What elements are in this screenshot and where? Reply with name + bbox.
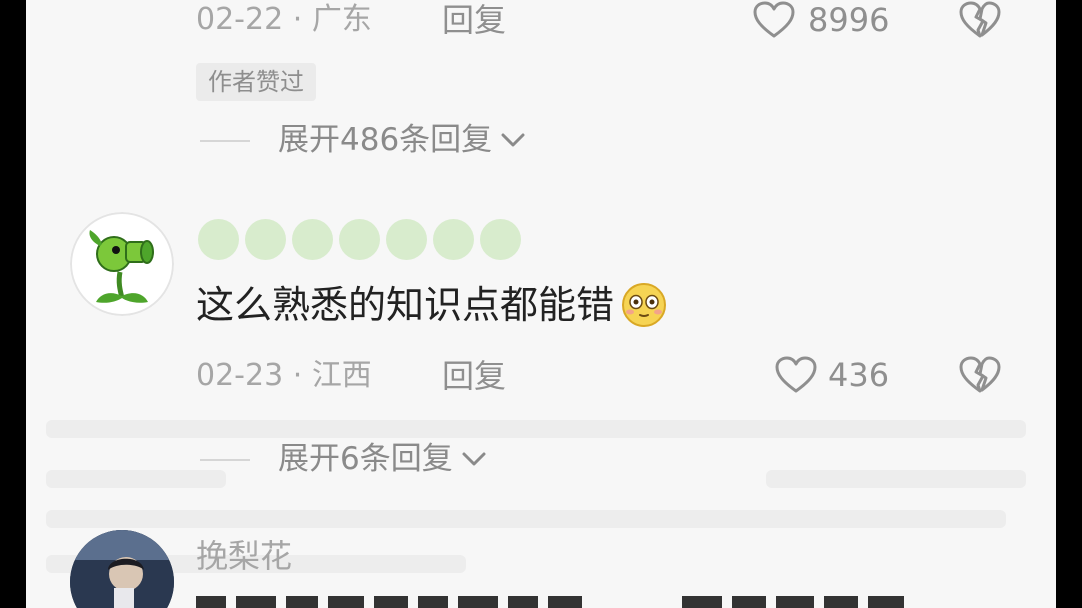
cutoff-glyph — [328, 596, 364, 608]
comment-meta-top: 02-22 · 广东 — [196, 0, 372, 40]
cutoff-glyph — [868, 596, 904, 608]
cutoff-glyph — [418, 596, 448, 608]
reply-button[interactable]: 回复 — [442, 0, 506, 40]
expand-replies-button[interactable]: 展开486条回复 — [278, 120, 526, 160]
blurred-name-char — [245, 219, 286, 260]
cutoff-glyph — [374, 596, 408, 608]
expand-replies-label: 展开6条回复 — [278, 441, 453, 477]
heart-outline-icon — [775, 356, 817, 393]
flushed-emoji-icon — [620, 281, 668, 329]
comment-date: 02-22 — [196, 2, 284, 37]
cutoff-glyph — [196, 596, 226, 608]
comment-username[interactable]: 挽梨花 — [196, 534, 292, 578]
like-button[interactable] — [752, 0, 796, 40]
ghost-line — [46, 470, 226, 488]
blurred-username — [198, 219, 521, 260]
meta-separator: · — [292, 2, 312, 37]
comment-text: 这么熟悉的知识点都能错 — [196, 283, 615, 327]
meta-separator: · — [292, 358, 312, 393]
blurred-name-char — [433, 219, 474, 260]
blurred-name-char — [292, 219, 333, 260]
expand-replies-button[interactable]: 展开6条回复 — [278, 439, 487, 479]
dislike-button[interactable] — [958, 0, 1002, 40]
blurred-name-char — [339, 219, 380, 260]
reply-button[interactable]: 回复 — [442, 356, 506, 396]
like-button[interactable] — [774, 355, 818, 395]
replies-divider — [200, 140, 250, 142]
photo-avatar[interactable] — [70, 530, 174, 608]
dislike-button[interactable] — [958, 355, 1002, 395]
blurred-name-char — [386, 219, 427, 260]
chevron-down-icon — [501, 133, 525, 147]
comment-location: 江西 — [311, 358, 372, 393]
cutoff-glyph — [236, 596, 276, 608]
author-liked-badge: 作者赞过 — [196, 63, 316, 101]
like-count: 8996 — [808, 1, 890, 39]
replies-divider — [200, 459, 250, 461]
blurred-name-char — [480, 219, 521, 260]
heart-outline-icon — [753, 1, 795, 38]
comment-body: 这么熟悉的知识点都能错 — [196, 280, 668, 330]
ghost-line — [46, 420, 1026, 438]
comment-date: 02-23 — [196, 358, 284, 393]
broken-heart-icon — [959, 356, 1001, 393]
chevron-down-icon — [462, 452, 486, 466]
broken-heart-icon — [959, 1, 1001, 38]
cutoff-glyph — [776, 596, 814, 608]
cutoff-glyph — [732, 596, 766, 608]
cutoff-glyph — [286, 596, 318, 608]
cutoff-glyph — [548, 596, 582, 608]
peashooter-avatar[interactable] — [70, 212, 174, 316]
cutoff-glyph — [682, 596, 722, 608]
peashooter-icon — [70, 212, 174, 316]
cutoff-glyph — [824, 596, 858, 608]
person-photo-icon — [70, 530, 174, 608]
ghost-line — [766, 470, 1026, 488]
comment-location: 广东 — [311, 2, 372, 37]
comment-meta-mid: 02-23 · 江西 — [196, 356, 372, 396]
expand-replies-label: 展开486条回复 — [278, 122, 493, 158]
cutoff-comment-text — [196, 596, 1026, 608]
blurred-name-char — [198, 219, 239, 260]
like-count: 436 — [828, 356, 890, 394]
comments-screen: 02-22 · 广东 回复 8996 作者赞过 展开486条回复 这么熟悉的知识… — [26, 0, 1056, 608]
ghost-line — [46, 510, 1006, 528]
cutoff-glyph — [508, 596, 538, 608]
cutoff-glyph — [458, 596, 498, 608]
